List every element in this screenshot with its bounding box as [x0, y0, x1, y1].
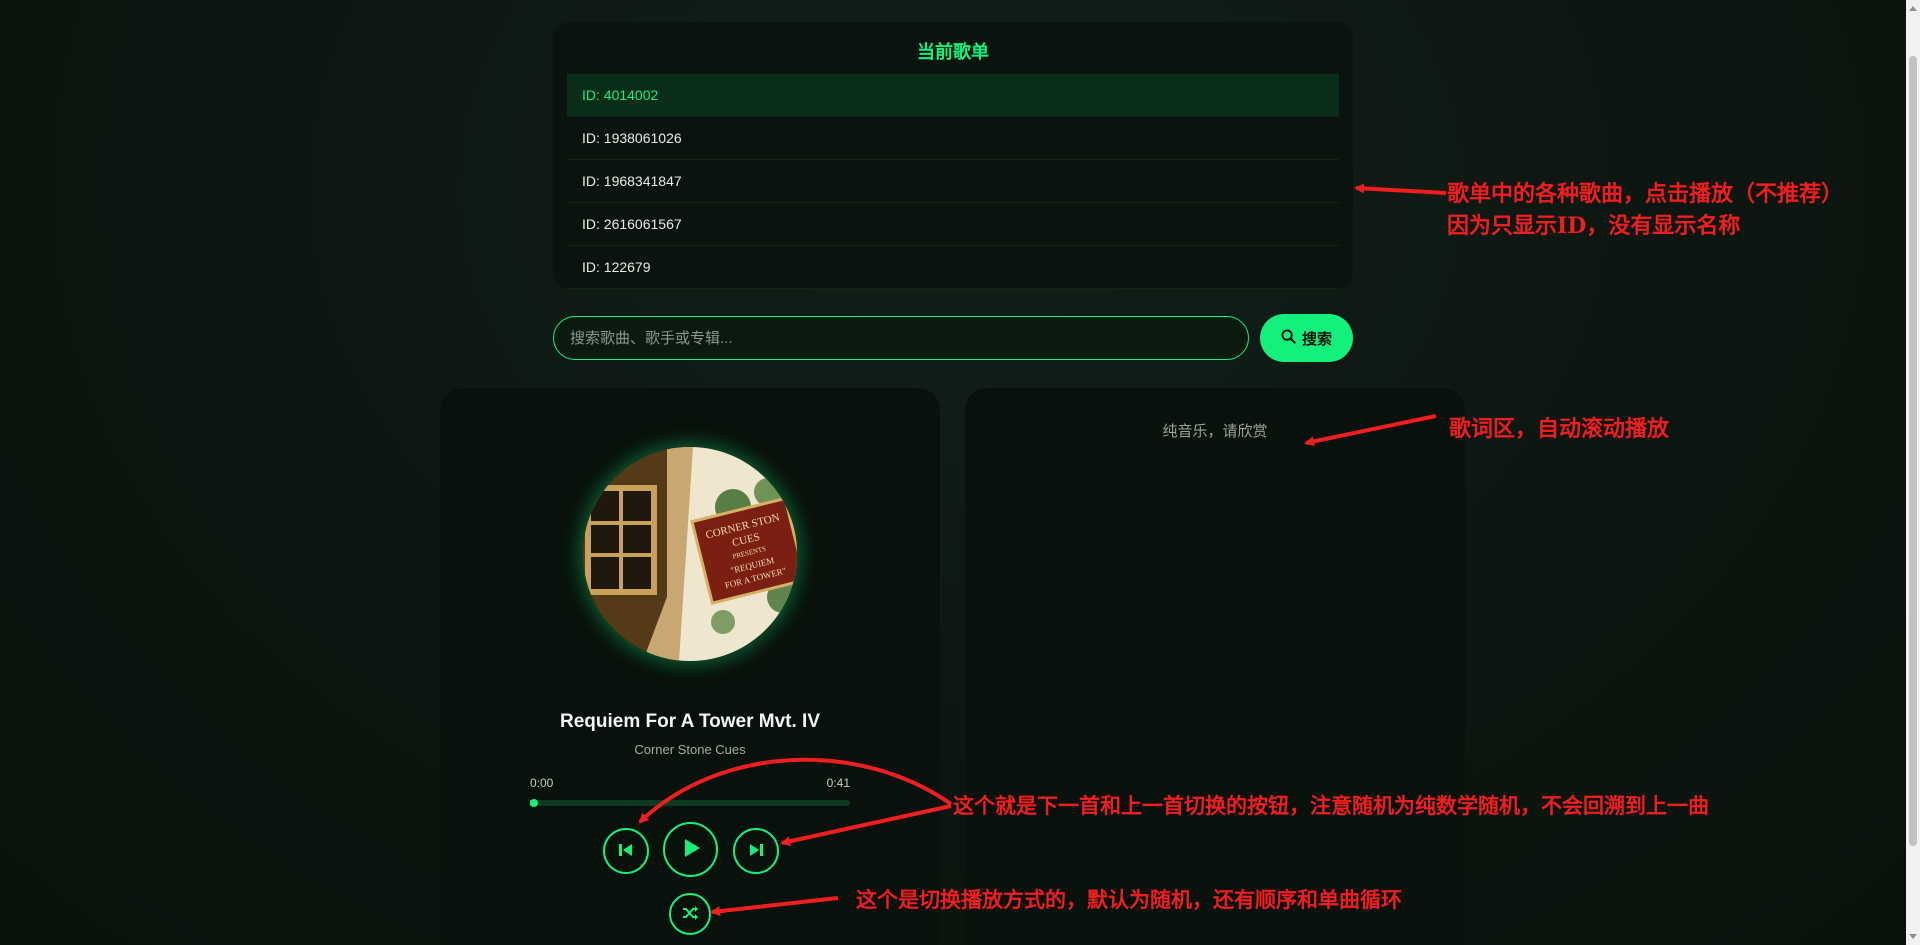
- search-button[interactable]: 搜索: [1260, 314, 1353, 362]
- skip-next-icon: [747, 841, 765, 862]
- play-mode-button[interactable]: [669, 893, 711, 935]
- lyrics-panel: 纯音乐，请欣赏: [965, 388, 1465, 945]
- progress-handle[interactable]: [530, 799, 538, 807]
- player-card: CORNER STON CUES PRESENTS "REQUIEM FOR A…: [440, 388, 940, 945]
- play-icon: [679, 836, 703, 863]
- page-scrollbar[interactable]: [1906, 0, 1920, 945]
- total-time: 0:41: [826, 776, 850, 790]
- annotation-lyrics: 歌词区，自动滚动播放: [1449, 416, 1670, 442]
- playlist-title: 当前歌单: [917, 42, 989, 62]
- annotation-playlist-line1: 歌单中的各种歌曲，点击播放（不推荐）: [1447, 181, 1844, 207]
- previous-button[interactable]: [603, 828, 649, 874]
- playlist-panel: 当前歌单 ID: 4014002 ID: 1938061026 ID: 1968…: [553, 22, 1353, 289]
- progress-bar[interactable]: [530, 799, 850, 807]
- playlist-item[interactable]: ID: 122679: [567, 246, 1339, 289]
- search-button-label: 搜索: [1301, 330, 1332, 348]
- song-artist: Corner Stone Cues: [634, 742, 746, 757]
- playlist-item[interactable]: ID: 1968341847: [567, 160, 1339, 203]
- scroll-up-arrow-icon[interactable]: [1909, 6, 1917, 11]
- song-title: Requiem For A Tower Mvt. IV: [559, 711, 821, 732]
- annotation-mode: 这个是切换播放方式的，默认为随机，还有顺序和单曲循环: [856, 887, 1402, 912]
- search-input[interactable]: [553, 316, 1249, 360]
- play-button[interactable]: [663, 822, 718, 877]
- current-time: 0:00: [530, 776, 554, 790]
- playlist-item[interactable]: ID: 2616061567: [567, 203, 1339, 246]
- scrollbar-thumb[interactable]: [1909, 56, 1917, 846]
- album-cover: CORNER STON CUES PRESENTS "REQUIEM FOR A…: [583, 447, 797, 661]
- arrow-playlist: [1354, 183, 1447, 195]
- search-icon: [1281, 328, 1296, 348]
- playlist-item[interactable]: ID: 4014002: [567, 74, 1339, 117]
- annotation-playlist: 歌单中的各种歌曲，点击播放（不推荐） 因为只显示ID，没有显示名称: [1447, 178, 1843, 242]
- skip-previous-icon: [617, 841, 635, 862]
- lyrics-line: 纯音乐，请欣赏: [1162, 423, 1268, 440]
- annotation-buttons: 这个就是下一首和上一首切换的按钮，注意随机为纯数学随机，不会回溯到上一曲: [953, 793, 1709, 818]
- annotation-playlist-line2: 因为只显示ID，没有显示名称: [1447, 213, 1741, 239]
- playlist-item[interactable]: ID: 1938061026: [567, 117, 1339, 160]
- shuffle-icon: [681, 904, 699, 925]
- scroll-down-arrow-icon[interactable]: [1909, 934, 1917, 939]
- next-button[interactable]: [733, 828, 779, 874]
